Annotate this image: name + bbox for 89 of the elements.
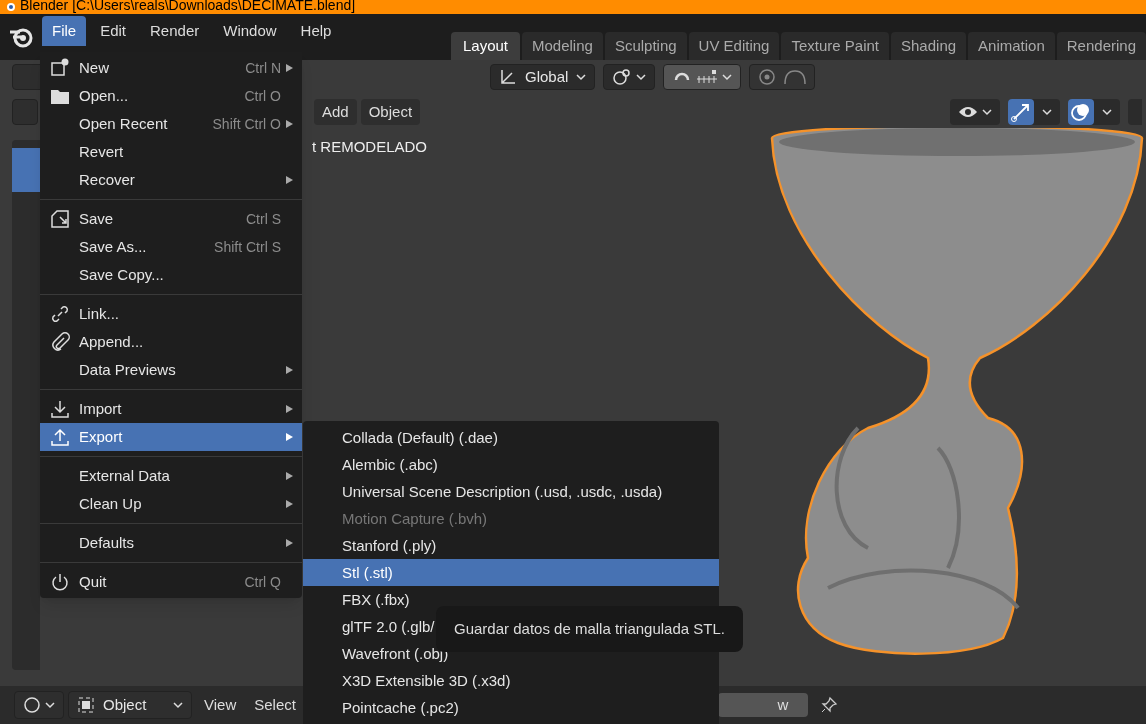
file-menu-item[interactable]: Save Copy... (40, 261, 302, 289)
file-menu-item[interactable]: Link... (40, 300, 302, 328)
file-menu-item[interactable]: External Data (40, 462, 302, 490)
workspace-tab[interactable]: Shading (891, 32, 967, 60)
object-info-text: t REMODELADO (312, 137, 428, 157)
file-menu-item[interactable]: Data Previews (40, 356, 302, 384)
eye-icon (958, 104, 978, 120)
file-menu-item[interactable]: Clean Up (40, 490, 302, 518)
menu-bar-item[interactable]: Edit (90, 16, 137, 46)
chevron-down-icon (1042, 108, 1052, 116)
pin-icon[interactable] (819, 696, 838, 714)
increment-icon (696, 70, 719, 84)
file-menu-item[interactable]: Recover (40, 166, 302, 194)
file-menu-item[interactable]: New Ctrl N (40, 54, 302, 82)
window-title: Blender [C:\Users\reals\Downloads\DECIMATE.blend] (20, 0, 356, 12)
chevron-down-icon (576, 73, 587, 81)
file-menu-item[interactable]: Append... (40, 328, 302, 356)
object-square-icon (77, 696, 95, 714)
workspace-tab[interactable]: Rendering (1056, 32, 1146, 60)
submenu-arrow-icon (285, 404, 294, 414)
pivot-icon (612, 68, 633, 86)
file-menu-item[interactable]: Export (40, 423, 302, 451)
workspace-tab[interactable]: Sculpting (604, 32, 687, 60)
export-menu-item[interactable]: Collada (Default) (.dae) (303, 424, 719, 451)
editor-menu[interactable]: View (196, 693, 245, 717)
submenu-arrow-icon (285, 538, 294, 548)
chevron-down-icon (173, 701, 183, 709)
file-menu-item[interactable]: Open... Ctrl O (40, 82, 302, 110)
new-field[interactable]: w (717, 693, 808, 717)
submenu-arrow-icon (285, 175, 294, 185)
chevron-down-icon (982, 108, 992, 116)
tooltip: Guardar datos de malla triangulada STL. (436, 606, 743, 652)
save-icon (50, 209, 70, 229)
export-menu-item[interactable]: X3D Extensible 3D (.x3d) (303, 667, 719, 694)
menu-bar-item[interactable]: Render (140, 16, 210, 46)
file-menu-item[interactable]: Open Recent Shift Ctrl O (40, 110, 302, 138)
chevron-down-icon (45, 701, 55, 709)
file-menu-item[interactable]: Revert (40, 138, 302, 166)
file-menu-item[interactable]: Quit Ctrl Q (40, 568, 302, 596)
workspace-tab[interactable]: Texture Paint (781, 32, 889, 60)
menu-bar-item[interactable]: Help (290, 16, 342, 46)
workspace-tab[interactable]: Animation (968, 32, 1055, 60)
file-menu-item[interactable]: Save As... Shift Ctrl S (40, 233, 302, 261)
transform-orientation-dropdown[interactable]: Global (490, 64, 596, 90)
paperclip-icon (50, 332, 70, 352)
export-menu-item[interactable]: Alembic (.abc) (303, 451, 719, 478)
app-logo-icon (4, 2, 16, 12)
link-icon (50, 304, 70, 324)
file-menu-item[interactable]: Save Ctrl S (40, 205, 302, 233)
export-icon (50, 427, 70, 447)
export-menu-item[interactable]: Pointcache (.pc2) (303, 694, 719, 721)
app-logo-icon[interactable] (8, 26, 34, 48)
viewport-menu[interactable]: Add (314, 99, 357, 125)
workspace-tab[interactable]: UV Editing (688, 32, 780, 60)
file-menu-item[interactable]: Import (40, 395, 302, 423)
viewport-menu[interactable]: Object (360, 99, 421, 125)
chevron-down-icon (636, 73, 647, 81)
circle-dot-icon (758, 68, 777, 86)
import-icon (50, 399, 70, 419)
file-menu-item[interactable]: Defaults (40, 529, 302, 557)
menu-bar-item[interactable]: Window (213, 16, 287, 46)
falloff-curve-icon (784, 69, 807, 85)
submenu-arrow-icon (285, 63, 294, 73)
export-menu-item[interactable]: Universal Scene Description (.usd, .usdc, .usda) (303, 478, 719, 505)
mode-dropdown[interactable]: Object (68, 691, 192, 719)
export-menu-item[interactable]: Stl (.stl) (303, 559, 719, 586)
chevron-down-icon (1102, 108, 1112, 116)
menu-bar-item[interactable]: File (42, 16, 87, 46)
proportional-edit-toggle[interactable] (749, 64, 816, 90)
export-menu-item: Motion Capture (.bvh) (341, 509, 489, 529)
overlay-toggle[interactable] (1068, 99, 1120, 125)
editor-menu[interactable]: Select (246, 693, 304, 717)
snap-toggle[interactable] (663, 64, 742, 90)
chevron-down-icon (722, 73, 733, 81)
workspace-tab[interactable]: Layout (450, 32, 520, 60)
workspace-tab[interactable]: Modeling (522, 32, 603, 60)
power-icon (50, 572, 70, 592)
submenu-arrow-icon (285, 499, 294, 509)
export-menu-item[interactable]: Stanford (.ply) (303, 532, 719, 559)
submenu-arrow-icon (285, 119, 294, 129)
axes-icon (499, 68, 517, 86)
submenu-arrow-icon (285, 432, 294, 442)
submenu-arrow-icon (285, 471, 294, 481)
pivot-point-dropdown[interactable] (603, 64, 656, 90)
editor-type-dropdown[interactable] (14, 691, 64, 719)
new-file-icon (50, 58, 70, 78)
gizmo-toggle[interactable] (1008, 99, 1060, 125)
visibility-dropdown[interactable] (950, 99, 1000, 125)
submenu-arrow-icon (285, 365, 294, 375)
